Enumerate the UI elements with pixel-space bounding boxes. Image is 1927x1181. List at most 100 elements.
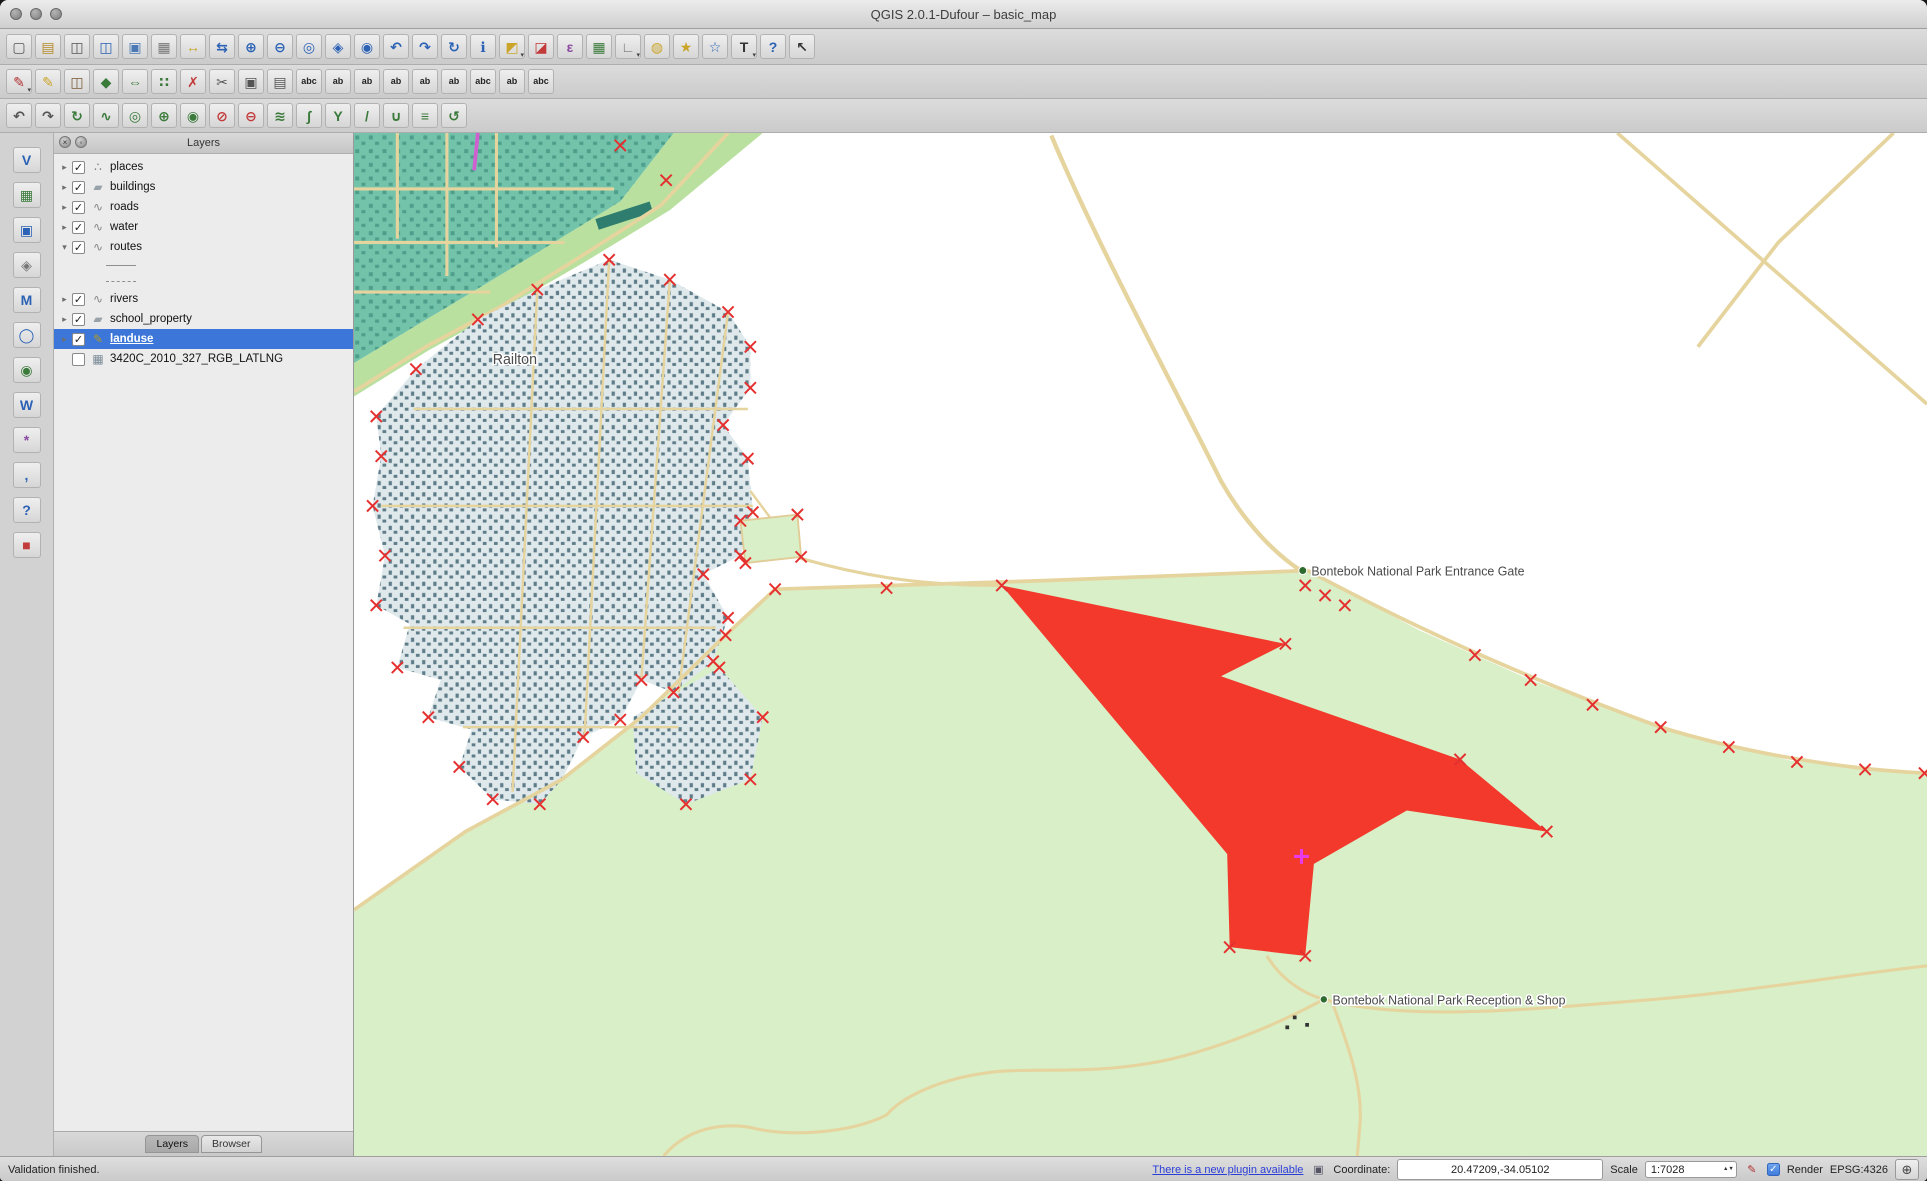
save-layer-edits-button[interactable]: ◫ xyxy=(64,69,90,94)
save-as-image-button[interactable]: ▣ xyxy=(122,34,148,59)
expander-icon[interactable]: ▸ xyxy=(58,162,71,173)
deselect-features-button[interactable]: ◪ xyxy=(528,34,554,59)
split-features-button[interactable]: / xyxy=(354,103,380,128)
zoom-to-selection-button[interactable]: ◉ xyxy=(354,34,380,59)
layer-item-places[interactable]: ▸✓places xyxy=(54,157,353,177)
open-attribute-table-button[interactable]: ▦ xyxy=(586,34,612,59)
python-console-button[interactable]: ■ xyxy=(13,532,41,558)
new-project-button[interactable]: ▢ xyxy=(6,34,32,59)
dropdown-caret-icon[interactable]: ▾ xyxy=(27,86,31,94)
label-show-hide-button[interactable]: ab xyxy=(412,69,438,94)
merge-attributes-button[interactable]: ≡ xyxy=(412,103,438,128)
delete-part-button[interactable]: ⊖ xyxy=(238,103,264,128)
minimize-window-button[interactable] xyxy=(30,8,42,20)
save-project-as-button[interactable]: ◫ xyxy=(93,34,119,59)
identify-features-button[interactable]: ℹ xyxy=(470,34,496,59)
add-mssql-layer-button[interactable]: M xyxy=(13,287,41,313)
layer-item-water[interactable]: ▸✓water xyxy=(54,217,353,237)
expander-icon[interactable]: ▸ xyxy=(58,314,71,325)
pan-map-button[interactable]: ↔ xyxy=(180,34,206,59)
add-feature-button[interactable]: ◆ xyxy=(93,69,119,94)
delete-selected-button[interactable]: ✗ xyxy=(180,69,206,94)
label-highlight-button[interactable]: ab xyxy=(441,69,467,94)
layer-visibility-checkbox[interactable]: ✓ xyxy=(72,201,85,214)
layer-item-roads[interactable]: ▸✓roads xyxy=(54,197,353,217)
add-wcs-layer-button[interactable]: ◉ xyxy=(13,357,41,383)
expander-icon[interactable]: ▸ xyxy=(58,182,71,193)
offset-curve-button[interactable]: ≋ xyxy=(267,103,293,128)
paste-features-button[interactable]: ▤ xyxy=(267,69,293,94)
expander-icon[interactable]: ▸ xyxy=(58,334,71,345)
layer-item-landuse[interactable]: ▸✓✎landuse xyxy=(54,329,353,349)
refresh-map-button[interactable]: ↻ xyxy=(441,34,467,59)
whats-this-button[interactable]: ↖ xyxy=(789,34,815,59)
crs-status-button[interactable]: ⊕ xyxy=(1895,1159,1919,1180)
copy-features-button[interactable]: ▣ xyxy=(238,69,264,94)
expander-icon[interactable]: ▸ xyxy=(58,294,71,305)
add-spatialite-layer-button[interactable]: ◈ xyxy=(13,252,41,278)
symbology-item[interactable] xyxy=(54,257,353,273)
label-diagram-button[interactable]: ab xyxy=(499,69,525,94)
add-postgis-layer-button[interactable]: ▣ xyxy=(13,217,41,243)
expander-icon[interactable]: ▸ xyxy=(58,222,71,233)
scale-edit-icon[interactable]: ✎ xyxy=(1744,1162,1760,1178)
zoom-next-button[interactable]: ↷ xyxy=(412,34,438,59)
coordinate-input[interactable] xyxy=(1397,1159,1603,1180)
node-tool-button[interactable]: ∷ xyxy=(151,69,177,94)
dropdown-caret-icon[interactable]: ▾ xyxy=(520,51,524,59)
pan-to-selection-button[interactable]: ⇆ xyxy=(209,34,235,59)
scale-combobox[interactable]: 1:7028 ▲▼ xyxy=(1645,1161,1737,1178)
add-oracle-layer-button[interactable]: ? xyxy=(13,497,41,523)
label-properties-button[interactable]: abc xyxy=(470,69,496,94)
layer-item-buildings[interactable]: ▸✓buildings xyxy=(54,177,353,197)
symbology-item[interactable] xyxy=(54,273,353,289)
layer-visibility-checkbox[interactable]: ✓ xyxy=(72,161,85,174)
fill-ring-button[interactable]: ◉ xyxy=(180,103,206,128)
add-wfs-layer-button[interactable]: W xyxy=(13,392,41,418)
merge-features-button[interactable]: ∪ xyxy=(383,103,409,128)
label-options-button[interactable]: abc xyxy=(528,69,554,94)
open-project-button[interactable]: ▤ xyxy=(35,34,61,59)
plugin-icon[interactable]: ▣ xyxy=(1310,1162,1326,1178)
add-raster-layer-button[interactable]: ▦ xyxy=(13,182,41,208)
reshape-features-button[interactable]: ∫ xyxy=(296,103,322,128)
label-move-button[interactable]: ab xyxy=(325,69,351,94)
map-tips-button[interactable]: ◍ xyxy=(644,34,670,59)
new-bookmark-button[interactable]: ★ xyxy=(673,34,699,59)
label-pin-button[interactable]: ab xyxy=(383,69,409,94)
undo-button[interactable]: ↶ xyxy=(6,103,32,128)
dropdown-caret-icon[interactable]: ▾ xyxy=(636,51,640,59)
rotate-feature-button[interactable]: ↻ xyxy=(64,103,90,128)
field-calculator-button[interactable]: ε xyxy=(557,34,583,59)
panel-float-icon[interactable]: ◦ xyxy=(75,136,87,148)
add-part-button[interactable]: ⊕ xyxy=(151,103,177,128)
layer-visibility-checkbox[interactable] xyxy=(72,353,85,366)
scale-stepper-icon[interactable]: ▲▼ xyxy=(1723,1167,1736,1172)
show-bookmarks-button[interactable]: ☆ xyxy=(702,34,728,59)
layer-item-rivers[interactable]: ▸✓rivers xyxy=(54,289,353,309)
layer-item-school_property[interactable]: ▸✓school_property xyxy=(54,309,353,329)
text-annotation-button[interactable]: T▾ xyxy=(731,34,757,59)
expander-icon[interactable]: ▾ xyxy=(58,242,71,253)
render-checkbox[interactable]: ✓ xyxy=(1767,1163,1780,1176)
panel-close-icon[interactable]: × xyxy=(59,136,71,148)
layer-visibility-checkbox[interactable]: ✓ xyxy=(72,241,85,254)
add-vector-layer-button[interactable]: V xyxy=(13,147,41,173)
zoom-full-button[interactable]: ◈ xyxy=(325,34,351,59)
add-delimited-text-layer-button[interactable]: , xyxy=(13,462,41,488)
measure-button[interactable]: ∟▾ xyxy=(615,34,641,59)
layer-visibility-checkbox[interactable]: ✓ xyxy=(72,221,85,234)
cut-features-button[interactable]: ✂ xyxy=(209,69,235,94)
new-print-composer-button[interactable]: ▦ xyxy=(151,34,177,59)
zoom-last-button[interactable]: ↶ xyxy=(383,34,409,59)
layer-visibility-checkbox[interactable]: ✓ xyxy=(72,313,85,326)
help-button[interactable]: ? xyxy=(760,34,786,59)
label-rotate-button[interactable]: ab xyxy=(354,69,380,94)
tab-layers[interactable]: Layers xyxy=(145,1135,199,1153)
layer-item-routes[interactable]: ▾✓routes xyxy=(54,237,353,257)
save-project-button[interactable]: ◫ xyxy=(64,34,90,59)
delete-ring-button[interactable]: ⊘ xyxy=(209,103,235,128)
plugin-available-link[interactable]: There is a new plugin available xyxy=(1152,1164,1303,1176)
rotate-point-symbols-button[interactable]: ↺ xyxy=(441,103,467,128)
layer-visibility-checkbox[interactable]: ✓ xyxy=(72,293,85,306)
